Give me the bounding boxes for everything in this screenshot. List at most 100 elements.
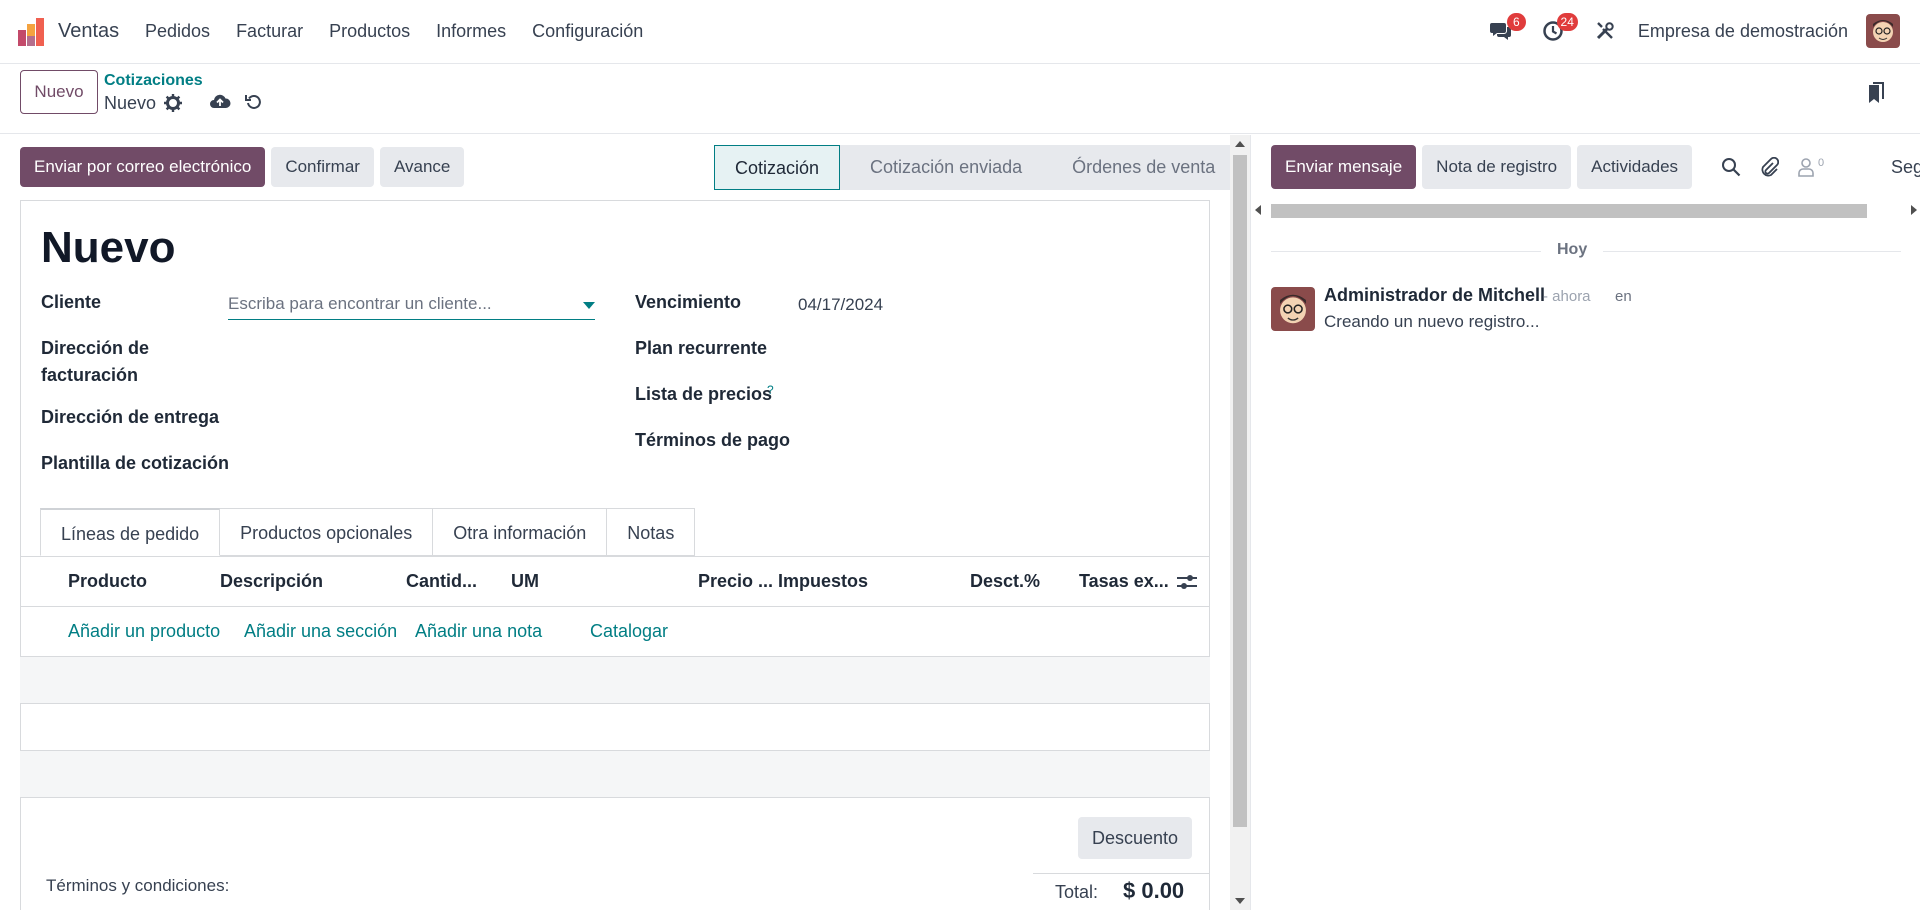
paperclip-icon[interactable] (1759, 157, 1779, 177)
chatter-hscrollbar[interactable] (1251, 200, 1920, 220)
column-settings-icon[interactable] (1177, 573, 1197, 591)
send-message-button[interactable]: Enviar mensaje (1271, 145, 1417, 189)
message-body: Creando un nuevo registro... (1324, 312, 1540, 331)
add-line-row: Añadir un producto Añadir una sección Añ… (20, 607, 1210, 657)
follow-button[interactable]: Segu (1891, 157, 1920, 178)
total-label: Total: (1055, 882, 1099, 902)
search-icon[interactable] (1721, 157, 1741, 177)
save-cloud-icon[interactable] (209, 93, 231, 111)
customer-placeholder: Escriba para encontrar un cliente... (228, 294, 492, 313)
pricelist-label: Lista de precios (635, 384, 773, 404)
col-uom[interactable]: UM (511, 571, 539, 592)
col-tax-excl[interactable]: Tasas ex... (1079, 571, 1169, 592)
payment-terms-label: Términos de pago (635, 430, 791, 450)
total-separator (1033, 873, 1210, 874)
stage-pipeline: Cotización Cotización enviada Órdenes de… (714, 145, 1236, 190)
chatter-panel: Enviar mensaje Nota de registro Activida… (1250, 135, 1920, 910)
message-in: en (1615, 288, 1632, 305)
customer-field[interactable]: Escriba para encontrar un cliente... (228, 290, 595, 320)
main-menu: Pedidos Facturar Productos Informes Conf… (145, 21, 643, 42)
scroll-up-icon[interactable] (1235, 141, 1245, 147)
menu-facturar[interactable]: Facturar (236, 21, 303, 42)
gear-icon[interactable] (164, 94, 182, 112)
tab-optional-products[interactable]: Productos opcionales (220, 508, 434, 556)
send-email-button[interactable]: Enviar por correo electrónico (20, 147, 266, 187)
discard-icon[interactable] (245, 93, 263, 111)
total-value: $ 0.00 (1123, 878, 1185, 903)
tab-notes[interactable]: Notas (607, 508, 696, 556)
recurring-plan-label: Plan recurrente (635, 338, 768, 358)
message-avatar[interactable] (1271, 287, 1315, 331)
invoice-address-label-line2: facturación (41, 365, 139, 385)
debug-tools-button[interactable] (1586, 12, 1624, 50)
breadcrumb-cotizaciones[interactable]: Cotizaciones (104, 72, 203, 90)
record-title: Nuevo (41, 223, 176, 272)
customer-label: Cliente (41, 292, 102, 312)
bookmark-icon[interactable] (1867, 82, 1885, 104)
col-price[interactable]: Precio ... (698, 571, 773, 592)
col-discount[interactable]: Desct.% (970, 571, 1040, 592)
control-panel: Nuevo Cotizaciones Nuevo (0, 64, 1920, 134)
chatter-icons: 0 (1721, 157, 1824, 177)
notebook-tabs: Líneas de pedido Productos opcionales Ot… (40, 508, 696, 556)
menu-pedidos[interactable]: Pedidos (145, 21, 210, 42)
menu-informes[interactable]: Informes (436, 21, 506, 42)
user-lock-icon (1798, 158, 1814, 177)
expiration-label: Vencimiento (635, 292, 742, 312)
log-note-button[interactable]: Nota de registro (1422, 145, 1572, 189)
app-name[interactable]: Ventas (58, 20, 119, 43)
empty-row (20, 704, 1210, 751)
scroll-down-icon[interactable] (1235, 898, 1245, 904)
confirm-button[interactable]: Confirmar (271, 147, 374, 187)
menu-productos[interactable]: Productos (329, 21, 410, 42)
expiration-field[interactable]: 04/17/2024 (798, 295, 883, 315)
day-label: Hoy (1541, 241, 1604, 259)
tab-order-lines[interactable]: Líneas de pedido (40, 508, 221, 556)
top-navbar: Ventas Pedidos Facturar Productos Inform… (0, 0, 1920, 64)
empty-row (20, 751, 1210, 798)
activities-button[interactable]: Actividades (1577, 145, 1693, 189)
user-avatar[interactable] (1866, 14, 1900, 48)
chatter-actions: Enviar mensaje Nota de registro Activida… (1271, 145, 1693, 189)
sales-app-icon[interactable] (18, 18, 48, 46)
discount-button[interactable]: Descuento (1078, 817, 1193, 859)
tab-other-info[interactable]: Otra información (433, 508, 608, 556)
add-product-link[interactable]: Añadir un producto (68, 621, 220, 642)
new-button[interactable]: Nuevo (20, 70, 98, 114)
stage-ordenes-de-venta[interactable]: Órdenes de venta (1042, 145, 1236, 190)
stage-cotizacion-enviada[interactable]: Cotización enviada (840, 145, 1043, 190)
stage-cotizacion[interactable]: Cotización (714, 145, 841, 190)
empty-row (20, 657, 1210, 704)
progress-button[interactable]: Avance (379, 147, 465, 187)
scroll-left-icon[interactable] (1255, 205, 1261, 215)
scroll-thumb[interactable] (1233, 155, 1247, 827)
activities-button[interactable]: 24 (1534, 12, 1578, 50)
message-author[interactable]: Administrador de Mitchell (1324, 285, 1545, 306)
messages-badge: 6 (1506, 13, 1526, 31)
invoice-address-label-line1: Dirección de (41, 338, 150, 358)
terms-conditions[interactable]: Términos y condiciones: (46, 876, 229, 896)
navbar-right: 6 24 Empresa de demostración (1468, 12, 1900, 50)
activities-badge: 24 (1556, 13, 1578, 31)
followers-count: 0 (1818, 157, 1825, 169)
tools-icon (1596, 22, 1614, 40)
message-time: - ahora (1543, 288, 1591, 305)
hscroll-thumb[interactable] (1271, 204, 1867, 218)
pricelist-help-icon[interactable]: ? (767, 383, 774, 397)
delivery-address-label: Dirección de entrega (41, 407, 220, 427)
followers-button[interactable]: 0 (1797, 157, 1824, 177)
add-note-link[interactable]: Añadir una nota (415, 621, 542, 642)
col-taxes[interactable]: Impuestos (778, 571, 868, 592)
messages-button[interactable]: 6 (1482, 12, 1526, 50)
scroll-right-icon[interactable] (1911, 205, 1917, 215)
catalog-link[interactable]: Catalogar (590, 621, 668, 642)
company-switcher[interactable]: Empresa de demostración (1638, 21, 1848, 42)
record-name: Nuevo (104, 93, 157, 113)
col-description[interactable]: Descripción (220, 571, 323, 592)
form-scrollbar[interactable] (1230, 135, 1250, 910)
col-quantity[interactable]: Cantid... (406, 571, 477, 592)
add-section-link[interactable]: Añadir una sección (244, 621, 397, 642)
chevron-down-icon[interactable] (583, 302, 595, 309)
col-product[interactable]: Producto (68, 571, 147, 592)
menu-configuracion[interactable]: Configuración (532, 21, 643, 42)
